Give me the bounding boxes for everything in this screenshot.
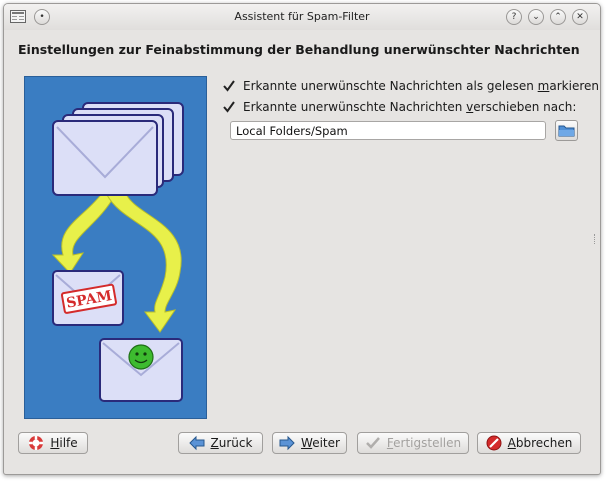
cancel-icon: [486, 435, 502, 451]
checkmark-icon[interactable]: [222, 79, 236, 93]
smiley-icon: [128, 344, 154, 370]
cancel-button[interactable]: Abbrechen: [477, 432, 581, 454]
arrow-left-icon: [188, 435, 205, 451]
choose-folder-button[interactable]: [555, 120, 578, 141]
title-bar[interactable]: • Assistent für Spam-Filter ? ⌄ ⌃ ✕: [4, 4, 600, 30]
checkmark-icon: [366, 437, 380, 449]
spam-filter-wizard-window: • Assistent für Spam-Filter ? ⌄ ⌃ ✕ Eins…: [3, 3, 601, 475]
next-button[interactable]: Weiter: [272, 432, 347, 454]
move-spam-checkbox[interactable]: Erkannte unerwünschte Nachrichten versch…: [222, 98, 576, 116]
mark-spam-read-label: Erkannte unerwünschte Nachrichten als ge…: [243, 79, 599, 93]
checkmark-icon[interactable]: [222, 100, 236, 114]
back-button[interactable]: Zurück: [178, 432, 263, 454]
close-icon[interactable]: ✕: [572, 9, 588, 25]
spam-filter-illustration: SPAM: [24, 76, 207, 419]
help-button[interactable]: Hilfe: [18, 432, 88, 454]
finish-button[interactable]: Fertigstellen: [357, 432, 469, 454]
spam-folder-field[interactable]: Local Folders/Spam: [230, 121, 546, 140]
folder-icon: [558, 125, 575, 137]
move-spam-label: Erkannte unerwünschte Nachrichten versch…: [243, 100, 577, 114]
mark-spam-read-checkbox[interactable]: Erkannte unerwünschte Nachrichten als ge…: [222, 77, 599, 95]
lifebuoy-icon: [29, 436, 44, 450]
mail-sorting-image: SPAM: [51, 102, 184, 402]
page-title: Einstellungen zur Feinabstimmung der Beh…: [18, 42, 580, 57]
help-question-icon[interactable]: ?: [506, 9, 522, 25]
maximize-icon[interactable]: ⌃: [550, 9, 566, 25]
minimize-icon[interactable]: ⌄: [528, 9, 544, 25]
arrow-right-icon: [279, 435, 295, 451]
resize-grip[interactable]: [594, 234, 598, 244]
